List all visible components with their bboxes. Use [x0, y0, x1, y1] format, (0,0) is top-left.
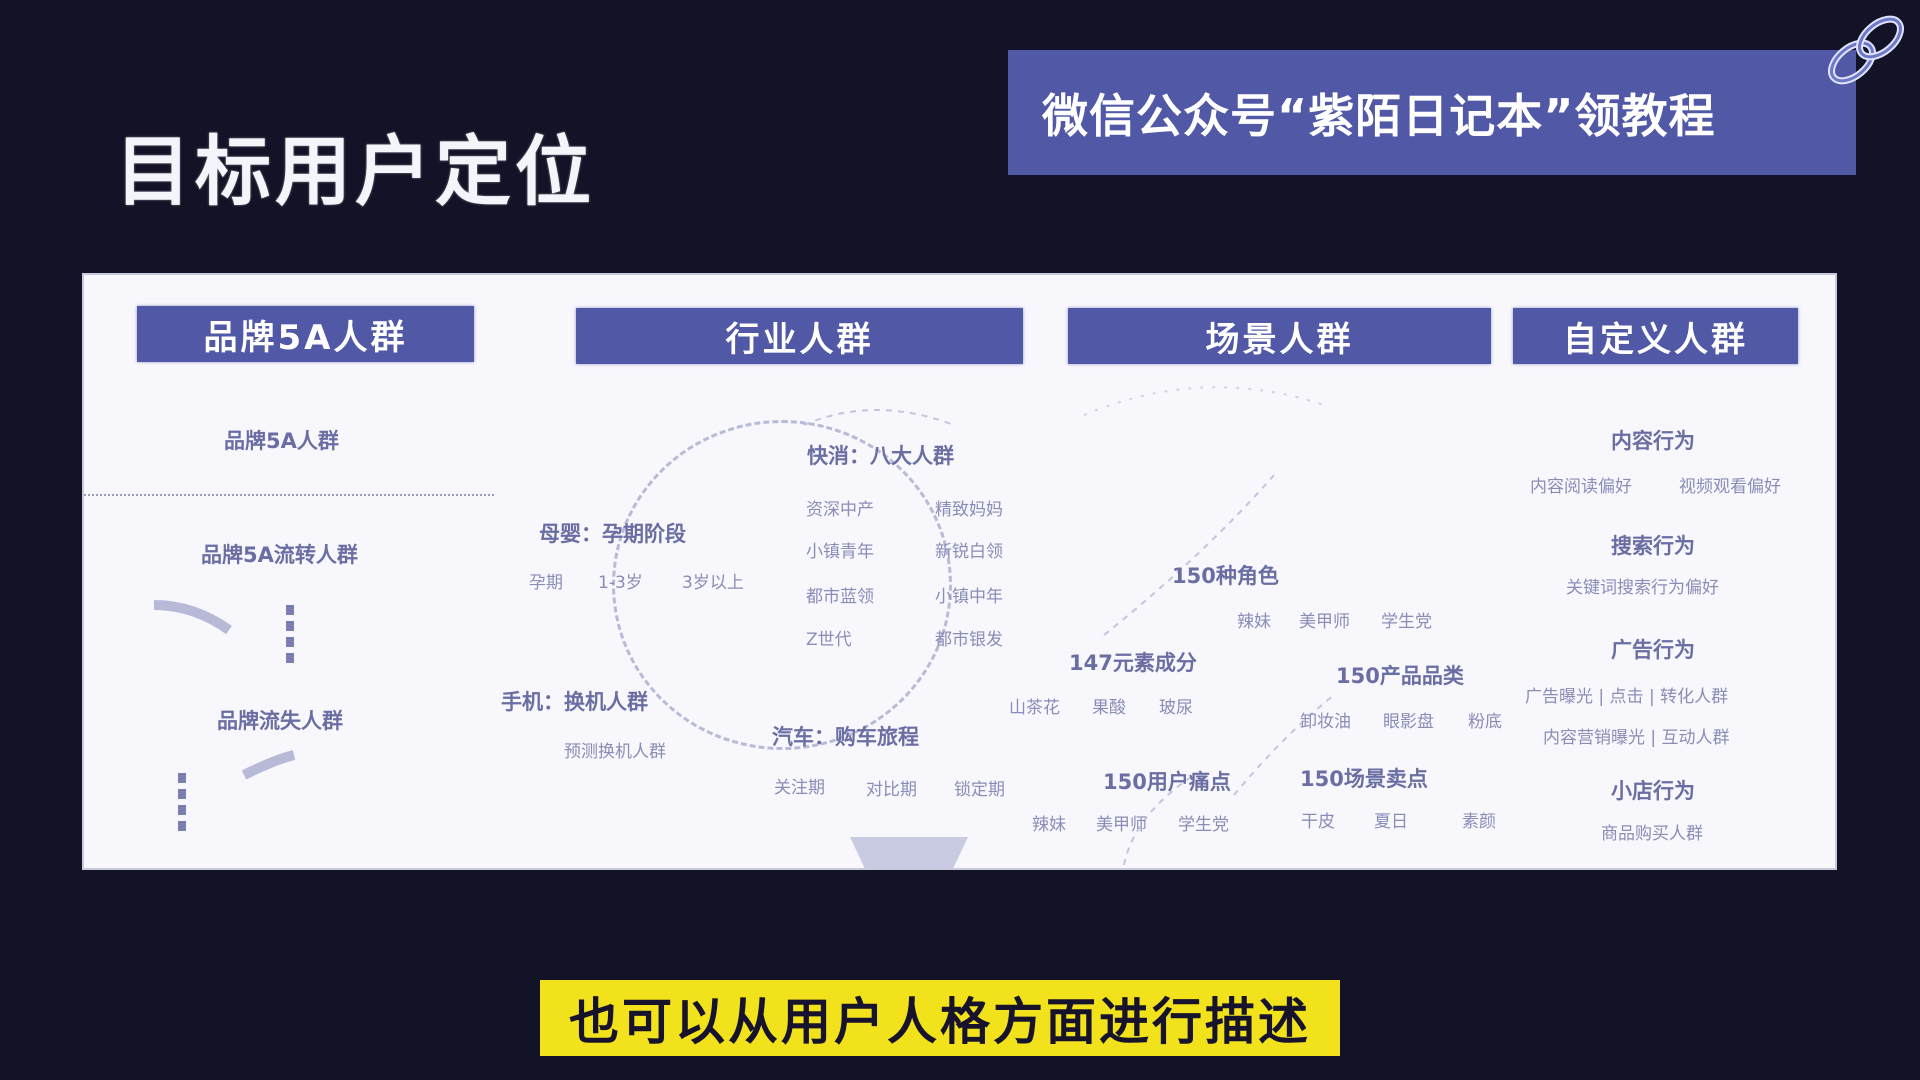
roles-item-2: 美甲师: [1299, 612, 1350, 632]
category-item-1: 卸妆油: [1300, 712, 1351, 732]
column-header-scene: 场景人群: [1068, 308, 1491, 364]
sellpoint-item-1: 干皮: [1301, 812, 1335, 832]
auto-title: 汽车：购车旅程: [772, 725, 919, 749]
fmcg-item-6: 小镇中年: [935, 587, 1003, 607]
content-behavior-title: 内容行为: [1611, 429, 1695, 453]
fmcg-item-2: 精致妈妈: [935, 500, 1003, 520]
chain-link-icon: [1828, 15, 1904, 85]
auto-item-3: 锁定期: [954, 780, 1005, 800]
ingredients-item-1: 山茶花: [1009, 698, 1060, 718]
fmcg-item-5: 都市蓝领: [806, 587, 874, 607]
painpoint-item-3: 学生党: [1178, 815, 1229, 835]
fmcg-item-1: 资深中产: [806, 500, 874, 520]
ad-behavior-title: 广告行为: [1611, 638, 1695, 662]
brand5a-lost-title: 品牌流失人群: [217, 709, 343, 733]
shop-behavior-title: 小店行为: [1611, 779, 1695, 803]
shop-behavior-item-1: 商品购买人群: [1601, 824, 1703, 844]
fmcg-item-4: 新锐白领: [935, 542, 1003, 562]
column-header-brand5a: 品牌5A人群: [137, 306, 474, 362]
search-behavior-title: 搜索行为: [1611, 534, 1695, 558]
roles-item-3: 学生党: [1381, 612, 1432, 632]
roles-title: 150种角色: [1172, 564, 1279, 588]
ingredients-title: 147元素成分: [1069, 651, 1197, 675]
content-panel: 品牌5A人群 行业人群 场景人群 自定义人群 品牌5A人群 品牌5A流转人群 品…: [82, 273, 1837, 870]
auto-item-1: 关注期: [774, 778, 825, 798]
phone-title: 手机：换机人群: [501, 690, 648, 714]
subtitle-caption-text: 也可以从用户人格方面进行描述: [569, 992, 1311, 1051]
ad-behavior-line-1: 广告曝光 | 点击 | 转化人群: [1525, 687, 1729, 707]
brand5a-flow-title: 品牌5A流转人群: [201, 543, 358, 567]
category-title: 150产品品类: [1336, 664, 1464, 688]
brand5a-section-title: 品牌5A人群: [224, 429, 339, 453]
painpoint-item-1: 辣妹: [1032, 815, 1066, 835]
ingredients-item-2: 果酸: [1092, 698, 1126, 718]
maternal-item-1: 孕期: [529, 573, 563, 593]
column-header-custom: 自定义人群: [1513, 308, 1798, 364]
brand5a-flow-bars: [286, 605, 294, 665]
fmcg-item-3: 小镇青年: [806, 542, 874, 562]
slide: 目标用户定位 微信公众号“紫陌日记本”领教程 品牌5A人群 行业人群 场景人群 …: [0, 0, 1920, 1080]
ad-behavior-line-2: 内容营销曝光 | 互动人群: [1543, 728, 1730, 748]
sellpoint-item-3: 素颜: [1462, 812, 1496, 832]
fmcg-item-7: Z世代: [806, 630, 852, 650]
painpoint-item-2: 美甲师: [1096, 815, 1147, 835]
bottom-funnel-shape: [850, 837, 968, 868]
phone-item-1: 预测换机人群: [564, 742, 666, 762]
promo-banner-text: 微信公众号“紫陌日记本”领教程: [1042, 88, 1716, 143]
fmcg-item-8: 都市银发: [935, 630, 1003, 650]
search-behavior-item-1: 关键词搜索行为偏好: [1566, 578, 1719, 598]
maternal-item-2: 1-3岁: [598, 573, 643, 593]
brand5a-lost-bars: [178, 773, 186, 835]
sellpoint-title: 150场景卖点: [1300, 767, 1428, 791]
content-behavior-item-1: 内容阅读偏好: [1530, 477, 1632, 497]
category-item-2: 眼影盘: [1383, 712, 1434, 732]
category-item-3: 粉底: [1468, 712, 1502, 732]
page-title: 目标用户定位: [115, 127, 595, 216]
content-behavior-item-2: 视频观看偏好: [1679, 477, 1781, 497]
brand5a-dotted-line: [84, 494, 494, 496]
promo-banner: 微信公众号“紫陌日记本”领教程: [1008, 50, 1856, 175]
sellpoint-item-2: 夏日: [1374, 812, 1408, 832]
fmcg-title: 快消：八大人群: [807, 444, 954, 468]
subtitle-caption: 也可以从用户人格方面进行描述: [540, 980, 1340, 1056]
column-header-industry: 行业人群: [576, 308, 1023, 364]
roles-item-1: 辣妹: [1237, 612, 1271, 632]
painpoint-title: 150用户痛点: [1103, 770, 1231, 794]
maternal-item-3: 3岁以上: [682, 573, 744, 593]
maternal-title: 母婴：孕期阶段: [539, 522, 686, 546]
auto-item-2: 对比期: [866, 780, 917, 800]
ingredients-item-3: 玻尿: [1159, 698, 1193, 718]
